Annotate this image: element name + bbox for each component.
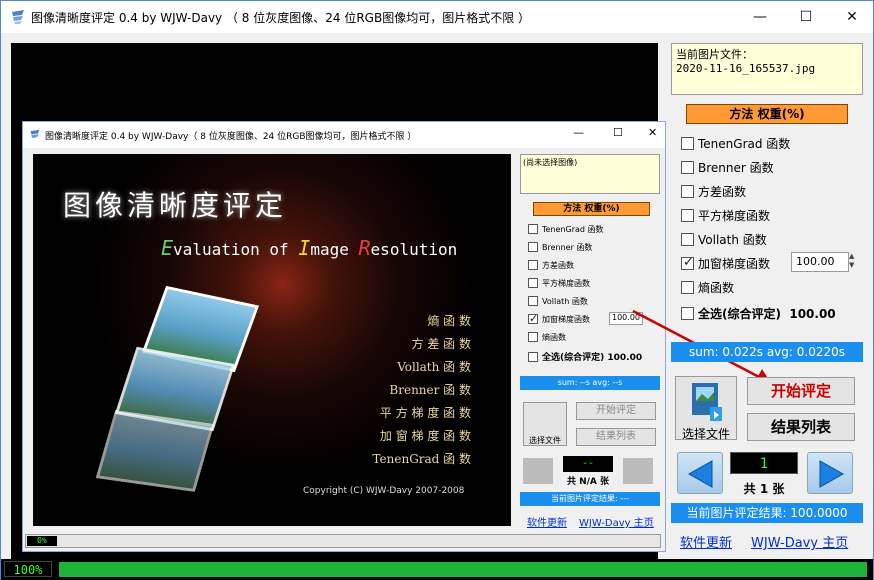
inner-file-box: (尚未选择图像): [520, 154, 660, 194]
preview-screenshot: 图像清晰度评定 0.4 by WJW-Davy（ 8 位灰度图像、24 位RGB…: [22, 121, 666, 552]
folder-image-icon: [692, 383, 722, 421]
inner-progress-text: 0%: [27, 536, 57, 546]
prev-image-button[interactable]: [677, 452, 723, 494]
inner-method-variance[interactable]: 方差函数: [528, 259, 574, 271]
inner-update-link[interactable]: 软件更新: [527, 514, 567, 529]
inner-method-squared-gradient[interactable]: 平方梯度函数: [528, 277, 590, 289]
inner-window-title: 图像清晰度评定 0.4 by WJW-Davy（ 8 位灰度图像、24 位RGB…: [45, 132, 417, 142]
method-entropy[interactable]: 熵函数: [681, 279, 734, 296]
splash-item-entropy: 熵 函 数: [427, 314, 471, 328]
progress-fill: [59, 562, 867, 577]
select-all-checkbox[interactable]: 全选(综合评定) 100.00: [681, 305, 836, 322]
image-counter-display: 1: [730, 452, 798, 474]
maximize-button[interactable]: ☐: [783, 1, 829, 33]
inner-app-icon: [30, 129, 40, 138]
current-file-name: 2020-11-16_165537.jpg: [676, 62, 816, 75]
inner-total-count: 共 N/A 张: [566, 477, 610, 487]
title-bar: 图像清晰度评定 0.4 by WJW-Davy （ 8 位灰度图像、24 位RG…: [1, 1, 873, 33]
inner-method-windowed-gradient[interactable]: 加窗梯度函数: [528, 312, 590, 325]
inner-method-header: 方法 权重(%): [533, 202, 650, 216]
method-tenengrad[interactable]: TenenGrad 函数: [681, 135, 790, 152]
inner-progress-bar: 0%: [25, 534, 661, 548]
close-button[interactable]: ✕: [829, 1, 874, 33]
inner-counter-display: --: [563, 456, 613, 472]
inner-method-brenner[interactable]: Brenner 函数: [528, 241, 592, 253]
software-update-link[interactable]: 软件更新: [680, 532, 732, 551]
splash-copyright: Copyright (C) WJW-Davy 2007-2008: [303, 486, 465, 496]
inner-select-all[interactable]: 全选(综合评定) 100.00: [528, 350, 642, 363]
method-windowed-gradient[interactable]: 加窗梯度函数: [681, 255, 770, 272]
method-squared-gradient[interactable]: 平方梯度函数: [681, 207, 770, 224]
next-image-button[interactable]: [807, 452, 853, 494]
arrow-right-icon: [819, 460, 845, 488]
status-bar: 100%: [1, 559, 873, 580]
app-window: 图像清晰度评定 0.4 by WJW-Davy （ 8 位灰度图像、24 位RG…: [0, 0, 874, 580]
inner-home-link[interactable]: WJW-Davy 主页: [579, 514, 654, 529]
progress-percent: 100%: [4, 561, 52, 577]
current-file-label: 当前图片文件：: [676, 48, 753, 61]
arrow-left-icon: [687, 460, 713, 488]
window-weight-spinner[interactable]: ▲ ▼: [849, 252, 859, 272]
app-logo-icon: [12, 10, 24, 24]
window-weight-input[interactable]: 100.00: [791, 252, 849, 272]
splash-item-brenner: Brenner 函 数: [389, 383, 471, 397]
splash-item-windowed-gradient: 加 窗 梯 度 函 数: [379, 429, 471, 443]
inner-title-bar: 图像清晰度评定 0.4 by WJW-Davy（ 8 位灰度图像、24 位RGB…: [23, 122, 665, 148]
homepage-link[interactable]: WJW-Davy 主页: [751, 532, 848, 551]
image-preview: 图像清晰度评定 0.4 by WJW-Davy（ 8 位灰度图像、24 位RGB…: [11, 43, 771, 576]
sum-bar: sum: 0.022s avg: 0.0220s: [671, 342, 863, 362]
select-file-button[interactable]: 选择文件: [675, 376, 737, 441]
splash-title-cn: 图像清晰度评定: [63, 189, 288, 222]
inner-method-tenengrad[interactable]: TenenGrad 函数: [528, 223, 604, 235]
current-result-bar: 当前图片评定结果: 100.0000: [671, 503, 863, 523]
start-eval-button[interactable]: 开始评定: [747, 377, 855, 405]
inner-method-entropy[interactable]: 熵函数: [528, 331, 566, 343]
window-title: 图像清晰度评定 0.4 by WJW-Davy （ 8 位灰度图像、24 位RG…: [31, 11, 531, 25]
splash-title-en: Evaluation of Image Resolution: [161, 236, 458, 260]
inner-minimize-icon: —: [573, 126, 584, 139]
select-file-label: 选择文件: [681, 427, 730, 441]
splash-item-tenengrad: TenenGrad 函 数: [372, 452, 471, 466]
splash-photo-3: [95, 410, 215, 492]
inner-current-result: 当前图片评定结果: ---: [520, 492, 660, 506]
total-count: 共 1 张: [743, 482, 785, 496]
method-variance[interactable]: 方差函数: [681, 183, 746, 200]
progress-track: [59, 562, 867, 577]
minimize-button[interactable]: —: [737, 1, 783, 33]
current-file-box: 当前图片文件： 2020-11-16_165537.jpg: [671, 43, 863, 95]
inner-prev-button[interactable]: [523, 458, 553, 484]
splash-item-vollath: Vollath 函 数: [397, 360, 471, 374]
inner-select-file-button[interactable]: 选择文件: [523, 402, 567, 446]
result-list-button[interactable]: 结果列表: [747, 413, 855, 441]
inner-maximize-icon: ☐: [613, 126, 623, 139]
method-header: 方法 权重(%): [686, 104, 848, 124]
method-vollath[interactable]: Vollath 函数: [681, 231, 767, 248]
inner-close-icon: ✕: [648, 126, 658, 139]
inner-next-button[interactable]: [623, 458, 653, 484]
splash-image: 图像清晰度评定 Evaluation of Image Resolution 熵…: [33, 154, 511, 526]
inner-start-eval-button[interactable]: 开始评定: [576, 402, 656, 420]
splash-item-squared-gradient: 平 方 梯 度 函 数: [379, 406, 471, 420]
splash-item-variance: 方 差 函 数: [411, 337, 471, 351]
inner-result-list-button[interactable]: 结果列表: [576, 428, 656, 446]
inner-method-vollath[interactable]: Vollath 函数: [528, 295, 588, 307]
method-brenner[interactable]: Brenner 函数: [681, 159, 774, 176]
